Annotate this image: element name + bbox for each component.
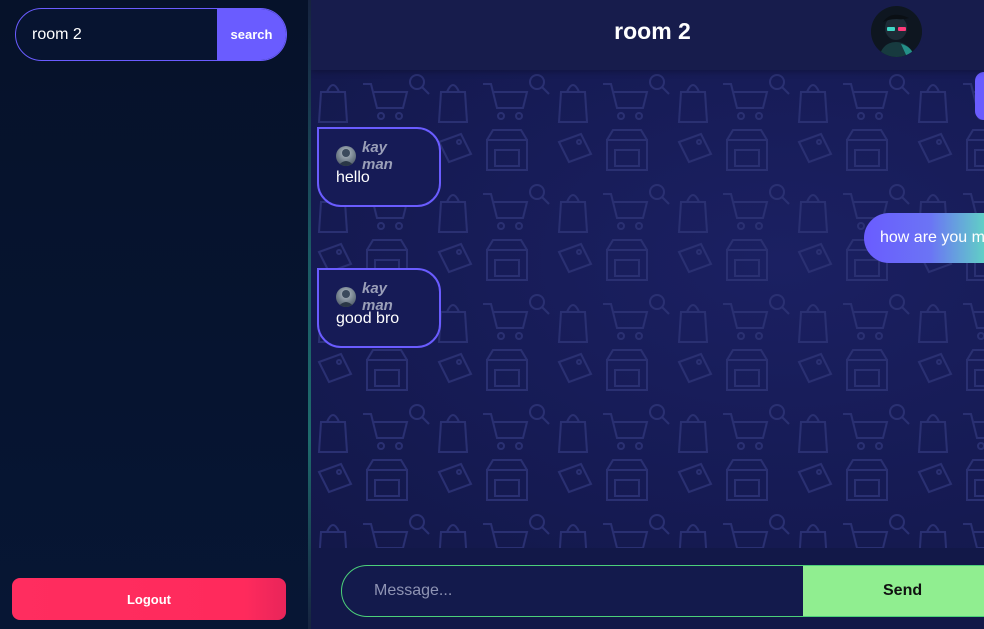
sent-message <box>975 72 984 120</box>
received-message: kay man good bro <box>317 268 441 348</box>
search-input[interactable] <box>16 9 220 60</box>
user-avatar-icon[interactable] <box>871 6 922 57</box>
message-sender: kay man <box>362 139 393 173</box>
received-message: kay man hello <box>317 127 441 207</box>
send-button[interactable]: Send <box>803 566 984 616</box>
composer-bar: Send <box>341 565 984 617</box>
message-sender: kay man <box>362 280 393 314</box>
sidebar: search Logout <box>0 0 308 629</box>
message-input[interactable] <box>342 566 803 616</box>
search-button[interactable]: search <box>217 9 286 60</box>
search-bar: search <box>15 8 287 61</box>
chat-header: room 2 <box>311 0 984 70</box>
sent-message: how are you man <box>864 213 984 263</box>
message-text: how are you man <box>880 229 984 246</box>
chat-area: kay man hello kay man good bro how are y… <box>311 0 984 629</box>
chat-messages[interactable]: kay man hello kay man good bro how are y… <box>311 70 984 548</box>
user-avatar-icon <box>336 146 356 166</box>
user-avatar-icon <box>336 287 356 307</box>
composer: Send <box>311 548 984 629</box>
logout-button[interactable]: Logout <box>12 578 286 620</box>
